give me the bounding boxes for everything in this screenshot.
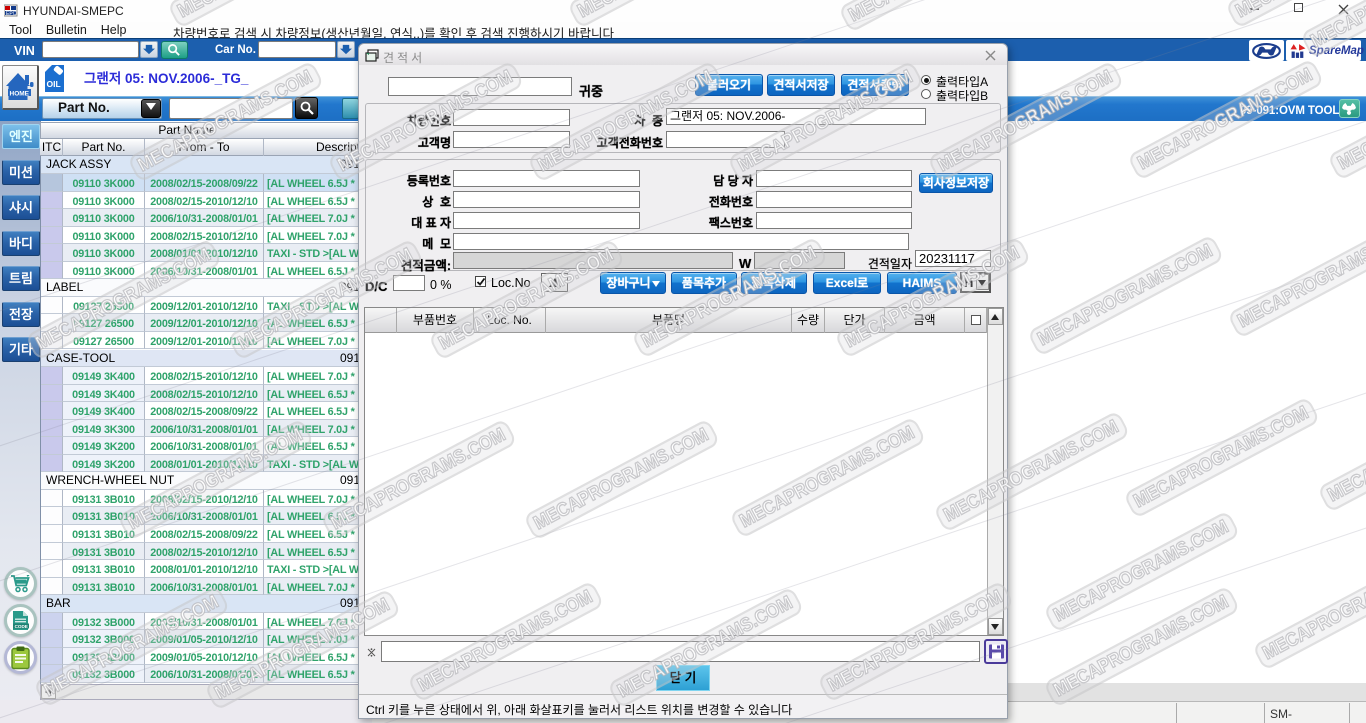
svg-text:OIL: OIL [47, 79, 61, 89]
svg-text:EPC: EPC [6, 11, 17, 17]
svg-text:HOME: HOME [10, 91, 30, 98]
svg-text:CODE: CODE [15, 624, 28, 629]
